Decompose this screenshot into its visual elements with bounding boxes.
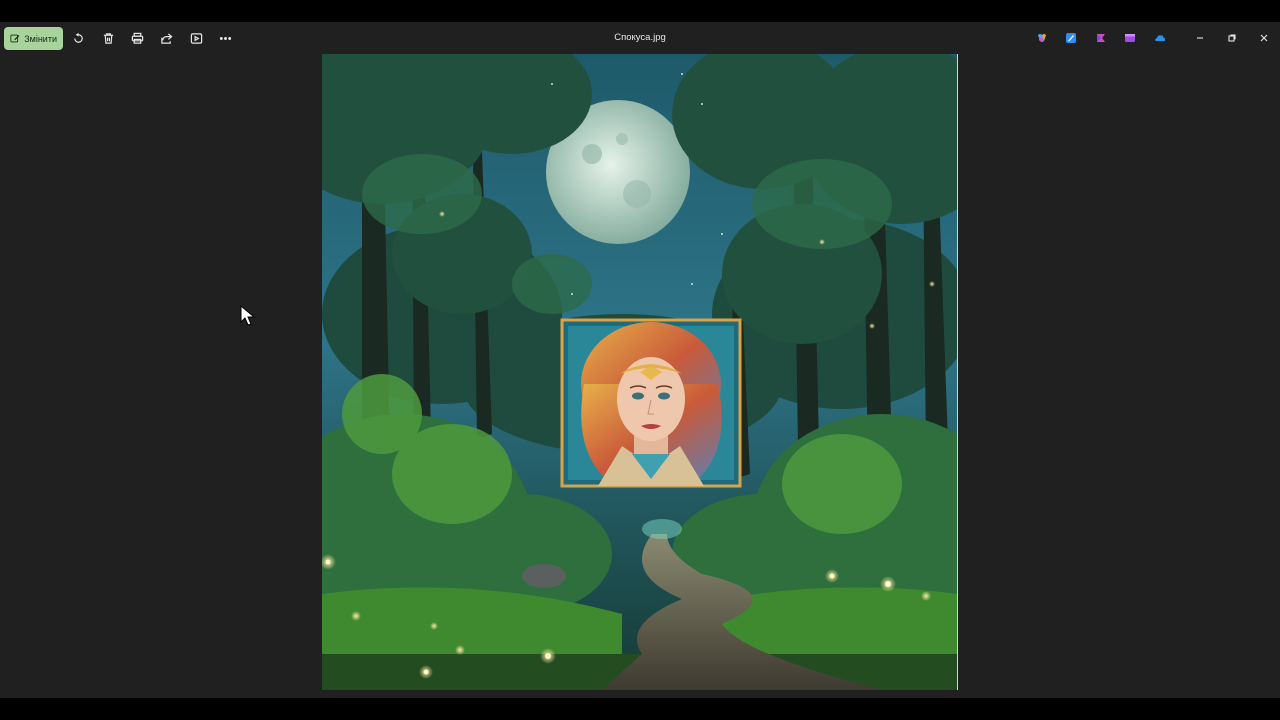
designer-icon	[1066, 33, 1076, 43]
rotate-button[interactable]	[68, 28, 88, 48]
copilot-button[interactable]	[1035, 31, 1049, 45]
more-button[interactable]	[215, 28, 235, 48]
letterbox-bottom	[0, 698, 1280, 720]
window-title: Спокуса.jpg	[614, 32, 666, 43]
minimize-button[interactable]	[1190, 28, 1210, 48]
delete-button[interactable]	[98, 28, 118, 48]
photo-edge	[957, 54, 958, 690]
letterbox-top	[0, 0, 1280, 22]
clipchamp-icon	[1097, 34, 1105, 42]
video-editor-icon	[1125, 34, 1135, 42]
photos-app-window: Змінити Спокуса.jpg	[0, 22, 1280, 698]
rotate-icon	[73, 32, 83, 43]
onedrive-button[interactable]	[1153, 31, 1167, 45]
photo-viewer-image[interactable]	[322, 54, 958, 690]
edit-button-label: Змінити	[24, 33, 57, 44]
share-button[interactable]	[156, 28, 176, 48]
toolbar: Змінити Спокуса.jpg	[0, 22, 1280, 54]
minimize-icon	[1197, 37, 1203, 39]
close-button[interactable]	[1254, 28, 1274, 48]
restore-icon	[1228, 34, 1236, 42]
video-editor-button[interactable]	[1123, 31, 1137, 45]
restore-button[interactable]	[1222, 28, 1242, 48]
edit-button[interactable]: Змінити	[4, 27, 63, 50]
print-button[interactable]	[127, 28, 147, 48]
slideshow-button[interactable]	[186, 28, 206, 48]
delete-icon	[103, 32, 113, 44]
print-icon	[131, 32, 143, 44]
forest-moon-picture	[322, 54, 958, 690]
slideshow-icon	[190, 32, 202, 44]
clipchamp-button[interactable]	[1094, 31, 1108, 45]
copilot-icon	[1038, 34, 1046, 42]
edit-icon	[10, 34, 20, 43]
designer-button[interactable]	[1064, 31, 1078, 45]
onedrive-icon	[1155, 35, 1166, 41]
more-icon	[219, 36, 231, 40]
portrait-overlay	[560, 318, 742, 488]
share-icon	[160, 32, 173, 44]
mouse-cursor-icon	[240, 305, 256, 326]
close-icon	[1260, 34, 1268, 42]
